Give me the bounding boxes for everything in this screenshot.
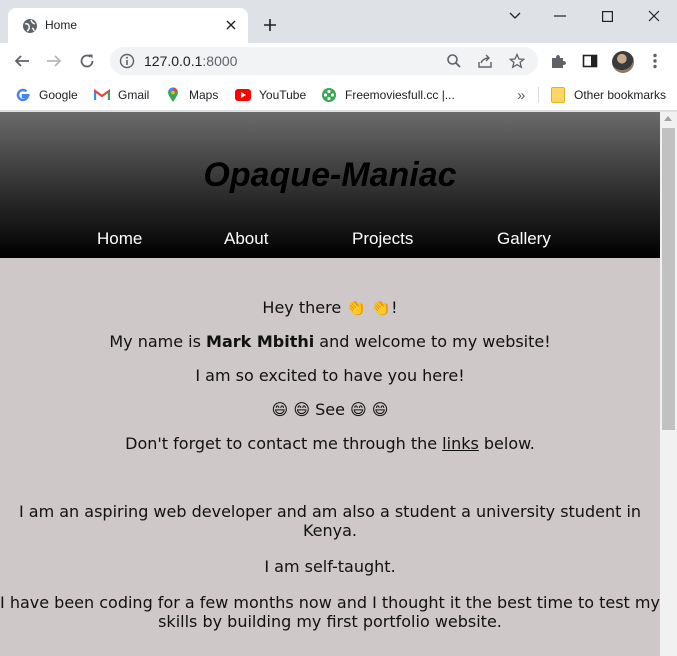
- close-window-icon[interactable]: [643, 6, 665, 26]
- address-bar[interactable]: 127.0.0.1:8000: [110, 47, 538, 75]
- name-prefix: My name is: [109, 332, 207, 351]
- excited-text: I am so excited to have you here!: [195, 366, 465, 385]
- nav-about-link[interactable]: About: [224, 229, 268, 249]
- gmail-icon: [94, 87, 110, 103]
- bookmark-label: YouTube: [259, 88, 307, 102]
- bookmark-google[interactable]: Google: [15, 85, 78, 105]
- youtube-icon: [235, 87, 251, 103]
- about-section: I am an aspiring web developer and am al…: [0, 502, 660, 631]
- tab-title: Home: [45, 18, 78, 32]
- intro-section: Hey there 👏 👏! My name is Mark Mbithi an…: [0, 298, 660, 453]
- site-header: Opaque-Maniac Home About Projects Galler…: [0, 112, 660, 258]
- zoom-search-icon[interactable]: [445, 52, 463, 70]
- other-bookmarks-folder[interactable]: Other bookmarks: [550, 85, 666, 105]
- name-paragraph: My name is Mark Mbithi and welcome to my…: [0, 332, 660, 351]
- reload-icon[interactable]: [77, 51, 97, 71]
- author-name: Mark Mbithi: [206, 332, 315, 351]
- site-nav: Home About Projects Gallery: [0, 229, 660, 251]
- url-port: :8000: [202, 53, 238, 69]
- profile-avatar[interactable]: [612, 51, 634, 73]
- bookmark-youtube[interactable]: YouTube: [235, 85, 306, 105]
- film-reel-icon: [321, 87, 337, 103]
- see-text: 😄 😄 See 😄 😄: [271, 400, 389, 419]
- minimize-icon[interactable]: [549, 6, 571, 26]
- about-paragraph-2: I am self-taught.: [264, 557, 396, 576]
- page-content: Hey there 👏 👏! My name is Mark Mbithi an…: [0, 258, 660, 631]
- about-paragraph-1: I am an aspiring web developer and am al…: [18, 502, 642, 540]
- maps-icon: [165, 87, 181, 103]
- about-paragraph-3: I have been coding for a few months now …: [0, 593, 660, 631]
- nav-home-link[interactable]: Home: [97, 229, 142, 249]
- url-text[interactable]: 127.0.0.1:8000: [144, 53, 237, 69]
- bookmark-label: Freemoviesfull.cc |...: [345, 88, 455, 102]
- tab-search-chevron-icon[interactable]: [504, 6, 526, 26]
- folder-icon: [550, 87, 566, 103]
- browser-tab[interactable]: Home: [8, 8, 248, 43]
- bookmarks-divider: [538, 87, 539, 103]
- double-chevron-icon: »: [517, 86, 526, 104]
- extensions-puzzle-icon[interactable]: [548, 51, 568, 71]
- info-icon[interactable]: [118, 52, 136, 70]
- bookmarks-overflow-button[interactable]: »: [517, 85, 525, 105]
- bookmark-label: Gmail: [118, 88, 150, 102]
- globe-icon: [22, 18, 38, 34]
- contact-suffix: below.: [478, 434, 535, 453]
- nav-gallery-link[interactable]: Gallery: [497, 229, 551, 249]
- bookmark-freemoviesfull[interactable]: Freemoviesfull.cc |...: [321, 85, 455, 105]
- bookmark-label: Maps: [189, 88, 219, 102]
- close-tab-icon[interactable]: [222, 16, 240, 34]
- maximize-icon[interactable]: [596, 6, 618, 26]
- bookmark-label: Google: [39, 88, 78, 102]
- bookmark-gmail[interactable]: Gmail: [94, 85, 149, 105]
- forward-arrow-icon[interactable]: [44, 51, 64, 71]
- scroll-up-arrow-icon[interactable]: [664, 116, 672, 121]
- kebab-menu-icon[interactable]: [645, 51, 665, 71]
- contact-prefix: Don't forget to contact me through the: [125, 434, 443, 453]
- new-tab-icon[interactable]: [261, 16, 279, 34]
- scrollbar-thumb[interactable]: [662, 128, 675, 430]
- other-bookmarks-label: Other bookmarks: [574, 88, 667, 102]
- page-scrollbar[interactable]: [660, 112, 677, 656]
- site-title: Opaque-Maniac: [203, 156, 457, 194]
- browser-toolbar: 127.0.0.1:8000: [0, 43, 677, 79]
- url-host: 127.0.0.1: [144, 53, 203, 69]
- google-icon: [15, 87, 31, 103]
- browser-title-bar: Home: [0, 0, 677, 43]
- contact-paragraph: Don't forget to contact me through the l…: [0, 434, 660, 453]
- bookmark-maps[interactable]: Maps: [165, 85, 218, 105]
- side-panel-icon[interactable]: [580, 51, 600, 71]
- back-arrow-icon[interactable]: [12, 51, 32, 71]
- page-viewport: Opaque-Maniac Home About Projects Galler…: [0, 112, 660, 656]
- contact-links-link[interactable]: links: [442, 434, 479, 453]
- nav-projects-link[interactable]: Projects: [352, 229, 413, 249]
- bookmarks-bar: Google Gmail Maps YouTube Freemoviesfull…: [0, 79, 677, 111]
- name-suffix: and welcome to my website!: [314, 332, 551, 351]
- greeting-text: Hey there 👏 👏!: [262, 298, 398, 317]
- bookmark-star-icon[interactable]: [508, 52, 526, 70]
- share-icon[interactable]: [476, 52, 494, 70]
